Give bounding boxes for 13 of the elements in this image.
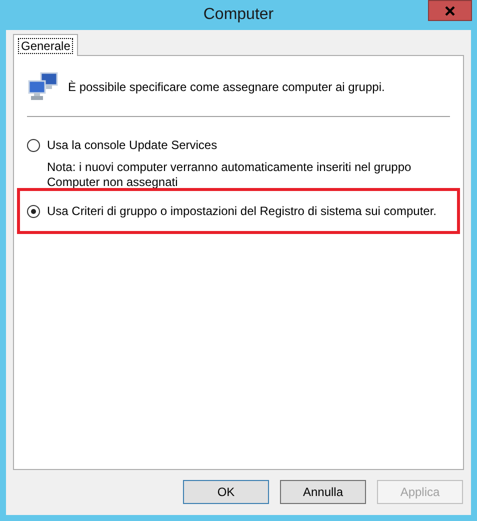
intro-text: È possibile specificare come assegnare computer ai gruppi. (68, 79, 385, 96)
radio-button[interactable] (27, 204, 40, 218)
tab[interactable]: Generale (13, 34, 78, 56)
radio-button[interactable] (27, 138, 40, 152)
close-button[interactable] (428, 0, 472, 21)
close-icon (445, 6, 455, 16)
dialog-button[interactable]: OK (183, 480, 269, 504)
window-title: Computer (203, 5, 274, 25)
option-label[interactable]: Usa la console Update Services (47, 136, 218, 154)
option-label[interactable]: Usa Criteri di gruppo o impostazioni del Registro di sistema sui computer. (47, 202, 437, 220)
note-text: Nota: i nuovi computer verranno automaticamente inseriti nel gruppo Computer non assegnati (47, 160, 412, 190)
computers-icon (27, 71, 59, 103)
dialog-button[interactable]: Annulla (280, 480, 366, 504)
